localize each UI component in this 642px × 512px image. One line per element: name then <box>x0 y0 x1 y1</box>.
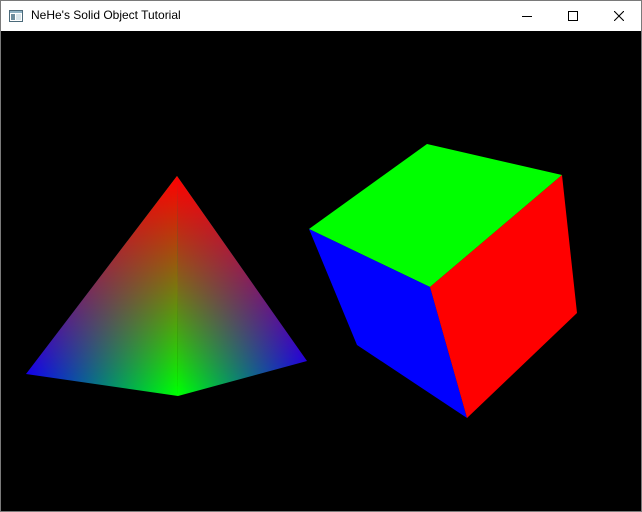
pyramid-right-face-shade <box>177 176 307 396</box>
opengl-viewport[interactable] <box>1 31 641 511</box>
window-title: NeHe's Solid Object Tutorial <box>31 8 181 22</box>
maximize-button[interactable] <box>550 1 596 31</box>
app-window: NeHe's Solid Object Tutorial <box>0 0 642 512</box>
pyramid <box>26 176 307 396</box>
minimize-icon <box>522 16 532 17</box>
cube <box>309 144 577 418</box>
close-button[interactable] <box>596 1 641 31</box>
minimize-button[interactable] <box>504 1 550 31</box>
maximize-icon <box>568 11 578 21</box>
application-window-icon[interactable] <box>9 9 23 22</box>
pyramid-left-face-shade <box>26 176 178 396</box>
close-icon <box>614 11 624 21</box>
title-bar[interactable]: NeHe's Solid Object Tutorial <box>1 1 641 31</box>
